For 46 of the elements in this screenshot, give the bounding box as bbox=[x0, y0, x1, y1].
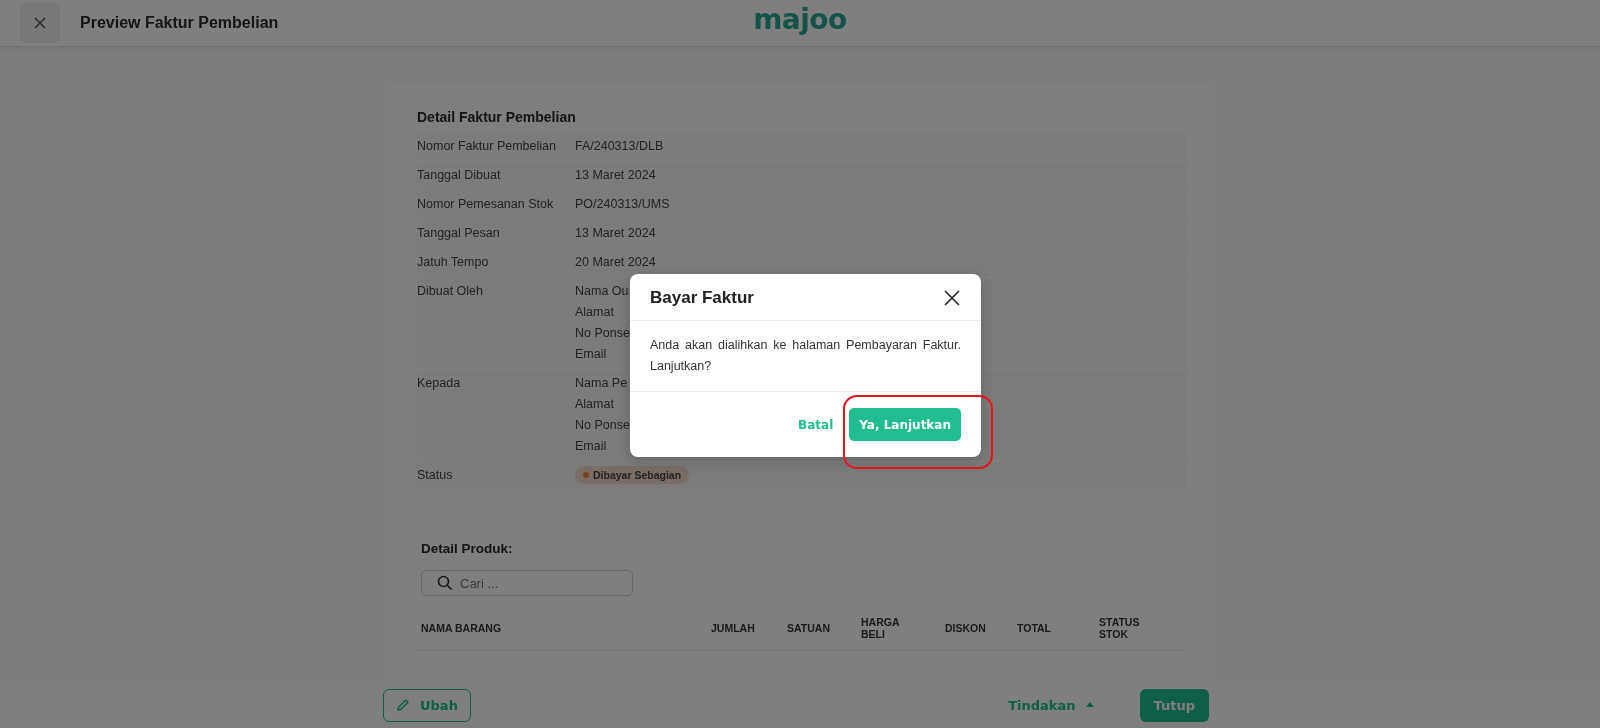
column-header: DISKON bbox=[945, 622, 986, 634]
field-value: PO/240313/UMS bbox=[575, 197, 670, 212]
field-value: Email bbox=[575, 439, 608, 454]
field-label: Dibuat Oleh bbox=[417, 283, 484, 300]
actions-dropdown[interactable]: Tindakan bbox=[1002, 696, 1100, 714]
close-icon bbox=[33, 16, 47, 30]
field-value: Email bbox=[575, 347, 608, 362]
confirm-button[interactable]: Ya, Lanjutkan bbox=[849, 408, 961, 441]
close-button[interactable] bbox=[943, 289, 961, 307]
search-field[interactable]: Cari ... bbox=[421, 570, 633, 596]
field-value: No Ponse bbox=[575, 326, 630, 342]
field-label: Nomor Faktur Pembelian bbox=[417, 138, 557, 155]
field-value: 20 Maret 2024 bbox=[575, 255, 656, 270]
field-label: Kepada bbox=[417, 375, 462, 392]
column-header: NAMA BARANG bbox=[421, 622, 502, 634]
field-label: Nomor Pemesanan Stok bbox=[417, 196, 555, 213]
pencil-icon bbox=[396, 698, 410, 712]
dialog-message: Anda akan dialihkan ke halaman Pembayaran Faktur. Lanjutkan? bbox=[630, 321, 981, 392]
field-value: 13 Maret 2024 bbox=[575, 226, 656, 241]
field-value: 13 Maret 2024 bbox=[575, 168, 656, 183]
field-value: Alamat bbox=[575, 305, 615, 321]
column-header: TOTAL bbox=[1017, 622, 1052, 634]
field-label: Tanggal Pesan bbox=[417, 225, 501, 242]
edit-button[interactable]: Ubah bbox=[383, 688, 471, 722]
section-title: Detail Produk: bbox=[421, 541, 514, 556]
field-label: Status bbox=[417, 467, 454, 484]
cancel-button[interactable]: Batal bbox=[798, 417, 834, 432]
logo: majoo bbox=[753, 3, 847, 36]
search-icon bbox=[437, 575, 453, 591]
field-value: Nama Pe bbox=[575, 376, 629, 392]
field-value: Nama Ou bbox=[575, 284, 630, 300]
close-icon bbox=[943, 289, 961, 307]
field-value: Alamat bbox=[575, 397, 615, 413]
page-title: Preview Faktur Pembelian bbox=[80, 14, 279, 32]
column-header: JUMLAH bbox=[711, 622, 755, 634]
section-title: Detail Faktur Pembelian bbox=[417, 109, 577, 125]
close-button[interactable]: Tutup bbox=[1139, 688, 1209, 722]
field-label: Jatuh Tempo bbox=[417, 254, 490, 271]
caret-icon bbox=[1085, 702, 1094, 708]
column-header: HARGA BELI bbox=[861, 616, 901, 640]
column-header: STATUS STOK bbox=[1099, 616, 1141, 640]
field-value: No Ponse bbox=[575, 418, 630, 434]
column-header: SATUAN bbox=[787, 622, 830, 634]
field-label: Tanggal Dibuat bbox=[417, 167, 502, 184]
dialog-title: Bayar Faktur bbox=[650, 288, 754, 308]
field-value: FA/240313/DLB bbox=[575, 139, 664, 154]
